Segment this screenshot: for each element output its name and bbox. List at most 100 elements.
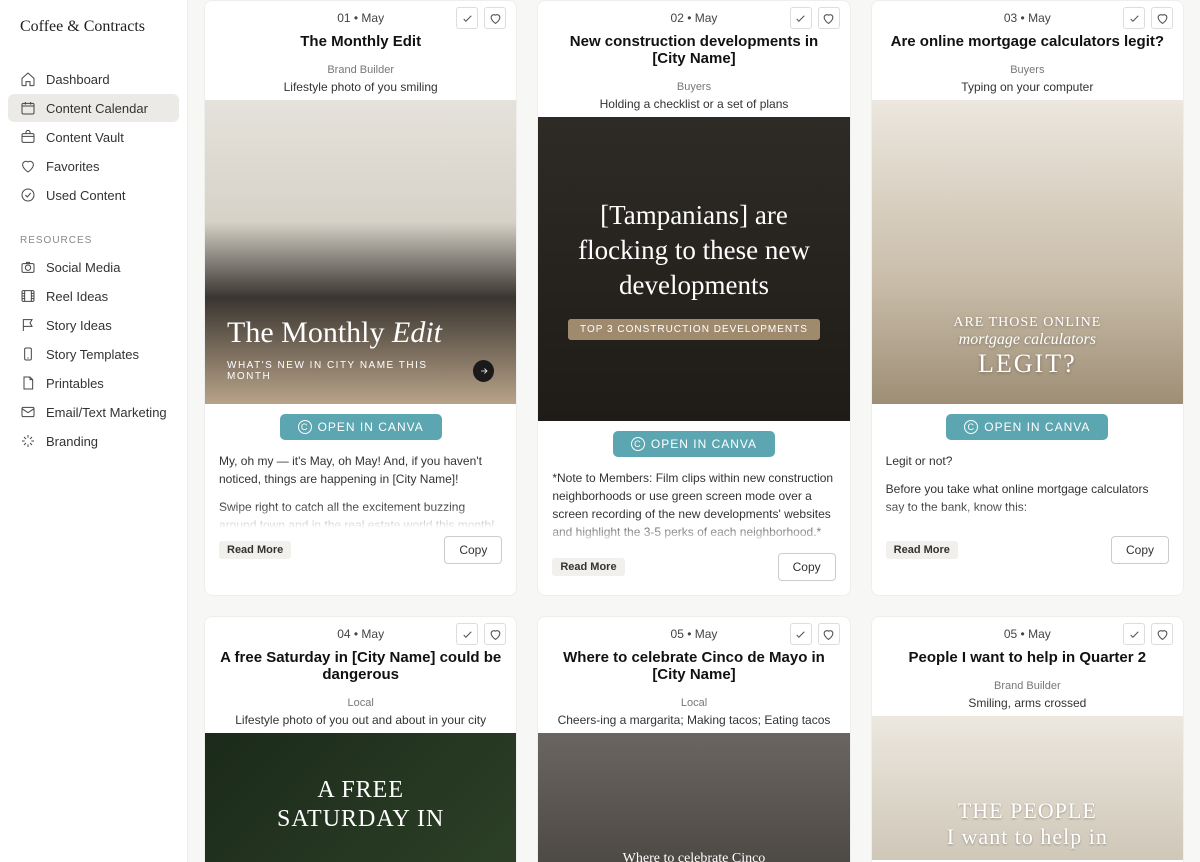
mark-used-button[interactable] (456, 623, 478, 645)
calendar-icon (20, 100, 36, 116)
card-subtitle: Cheers-ing a margarita; Making tacos; Ea… (552, 713, 835, 727)
card-description: My, oh my — it's May, oh May! And, if yo… (205, 440, 516, 528)
nav-main: Dashboard Content Calendar Content Vault… (0, 65, 187, 209)
nav-label: Used Content (46, 188, 126, 203)
card-preview-image: Where to celebrate Cinco (538, 733, 849, 862)
nav-label: Content Calendar (46, 101, 148, 116)
nav-favorites[interactable]: Favorites (8, 152, 179, 180)
read-more-button[interactable]: Read More (886, 541, 958, 559)
nav-email-marketing[interactable]: Email/Text Marketing (8, 398, 179, 426)
card-title: Are online mortgage calculators legit? (886, 33, 1169, 50)
nav-label: Social Media (46, 260, 120, 275)
card-title: The Monthly Edit (219, 33, 502, 50)
nav-content-vault[interactable]: Content Vault (8, 123, 179, 151)
card-category: Local (219, 697, 502, 709)
card-category: Brand Builder (219, 64, 502, 76)
nav-label: Content Vault (46, 130, 124, 145)
nav-resources: RESOURCES Social Media Reel Ideas Story … (0, 229, 187, 455)
canva-icon: C (964, 420, 978, 434)
mark-used-button[interactable] (456, 7, 478, 29)
favorite-button[interactable] (484, 7, 506, 29)
flag-icon (20, 317, 36, 333)
open-canva-button[interactable]: C OPEN IN CANVA (613, 431, 775, 457)
nav-branding[interactable]: Branding (8, 427, 179, 455)
copy-button[interactable]: Copy (778, 553, 836, 581)
card-subtitle: Holding a checklist or a set of plans (552, 97, 835, 111)
nav-reel-ideas[interactable]: Reel Ideas (8, 282, 179, 310)
card-category: Buyers (886, 64, 1169, 76)
nav-used-content[interactable]: Used Content (8, 181, 179, 209)
card-preview-image: ARE THOSE ONLINE mortgage calculators LE… (872, 100, 1183, 404)
nav-label: Story Ideas (46, 318, 112, 333)
content-grid: 01 • May The Monthly Edit Brand Builder … (188, 0, 1200, 862)
card-preview-image: [Tampanians] are flocking to these new d… (538, 117, 849, 421)
card-category: Local (552, 697, 835, 709)
card-subtitle: Typing on your computer (886, 80, 1169, 94)
overlay-badge: TOP 3 CONSTRUCTION DEVELOPMENTS (568, 319, 820, 340)
canva-icon: C (298, 420, 312, 434)
content-card: 05 • May Where to celebrate Cinco de May… (537, 616, 850, 862)
nav-social-media[interactable]: Social Media (8, 253, 179, 281)
nav-label: Story Templates (46, 347, 139, 362)
sidebar: Coffee & Contracts Dashboard Content Cal… (0, 0, 188, 862)
open-canva-button[interactable]: C OPEN IN CANVA (280, 414, 442, 440)
nav-label: Reel Ideas (46, 289, 108, 304)
copy-button[interactable]: Copy (1111, 536, 1169, 564)
card-category: Buyers (552, 81, 835, 93)
mail-icon (20, 404, 36, 420)
card-title: Where to celebrate Cinco de Mayo in [Cit… (552, 649, 835, 683)
card-title: People I want to help in Quarter 2 (886, 649, 1169, 666)
nav-label: Dashboard (46, 72, 110, 87)
nav-dashboard[interactable]: Dashboard (8, 65, 179, 93)
vault-icon (20, 129, 36, 145)
arrow-right-icon (473, 360, 494, 382)
favorite-button[interactable] (818, 7, 840, 29)
content-card: 04 • May A free Saturday in [City Name] … (204, 616, 517, 862)
brand-logo: Coffee & Contracts (0, 18, 187, 64)
camera-icon (20, 259, 36, 275)
nav-label: Favorites (46, 159, 99, 174)
resources-heading: RESOURCES (0, 229, 187, 252)
nav-story-templates[interactable]: Story Templates (8, 340, 179, 368)
file-icon (20, 375, 36, 391)
card-preview-image: The Monthly Edit WHAT'S NEW IN CITY NAME… (205, 100, 516, 404)
card-category: Brand Builder (886, 680, 1169, 692)
card-title: A free Saturday in [City Name] could be … (219, 649, 502, 683)
copy-button[interactable]: Copy (444, 536, 502, 564)
read-more-button[interactable]: Read More (219, 541, 291, 559)
card-subtitle: Lifestyle photo of you out and about in … (219, 713, 502, 727)
read-more-button[interactable]: Read More (552, 558, 624, 576)
phone-icon (20, 346, 36, 362)
home-icon (20, 71, 36, 87)
open-canva-button[interactable]: C OPEN IN CANVA (946, 414, 1108, 440)
sparkle-icon (20, 433, 36, 449)
film-icon (20, 288, 36, 304)
nav-story-ideas[interactable]: Story Ideas (8, 311, 179, 339)
heart-icon (20, 158, 36, 174)
favorite-button[interactable] (1151, 623, 1173, 645)
content-card: 05 • May People I want to help in Quarte… (871, 616, 1184, 862)
card-description: Legit or not? Before you take what onlin… (872, 440, 1183, 528)
canva-icon: C (631, 437, 645, 451)
card-subtitle: Lifestyle photo of you smiling (219, 80, 502, 94)
nav-content-calendar[interactable]: Content Calendar (8, 94, 179, 122)
nav-printables[interactable]: Printables (8, 369, 179, 397)
mark-used-button[interactable] (790, 7, 812, 29)
favorite-button[interactable] (818, 623, 840, 645)
favorite-button[interactable] (484, 623, 506, 645)
nav-label: Email/Text Marketing (46, 405, 167, 420)
card-preview-image: A FREE SATURDAY IN (205, 733, 516, 862)
nav-label: Printables (46, 376, 104, 391)
card-title: New construction developments in [City N… (552, 33, 835, 67)
mark-used-button[interactable] (790, 623, 812, 645)
content-card: 02 • May New construction developments i… (537, 0, 850, 596)
card-subtitle: Smiling, arms crossed (886, 696, 1169, 710)
favorite-button[interactable] (1151, 7, 1173, 29)
mark-used-button[interactable] (1123, 7, 1145, 29)
card-description: *Note to Members: Film clips within new … (538, 457, 849, 545)
content-card: 03 • May Are online mortgage calculators… (871, 0, 1184, 596)
check-circle-icon (20, 187, 36, 203)
nav-label: Branding (46, 434, 98, 449)
mark-used-button[interactable] (1123, 623, 1145, 645)
card-preview-image: THE PEOPLE I want to help in (872, 716, 1183, 860)
